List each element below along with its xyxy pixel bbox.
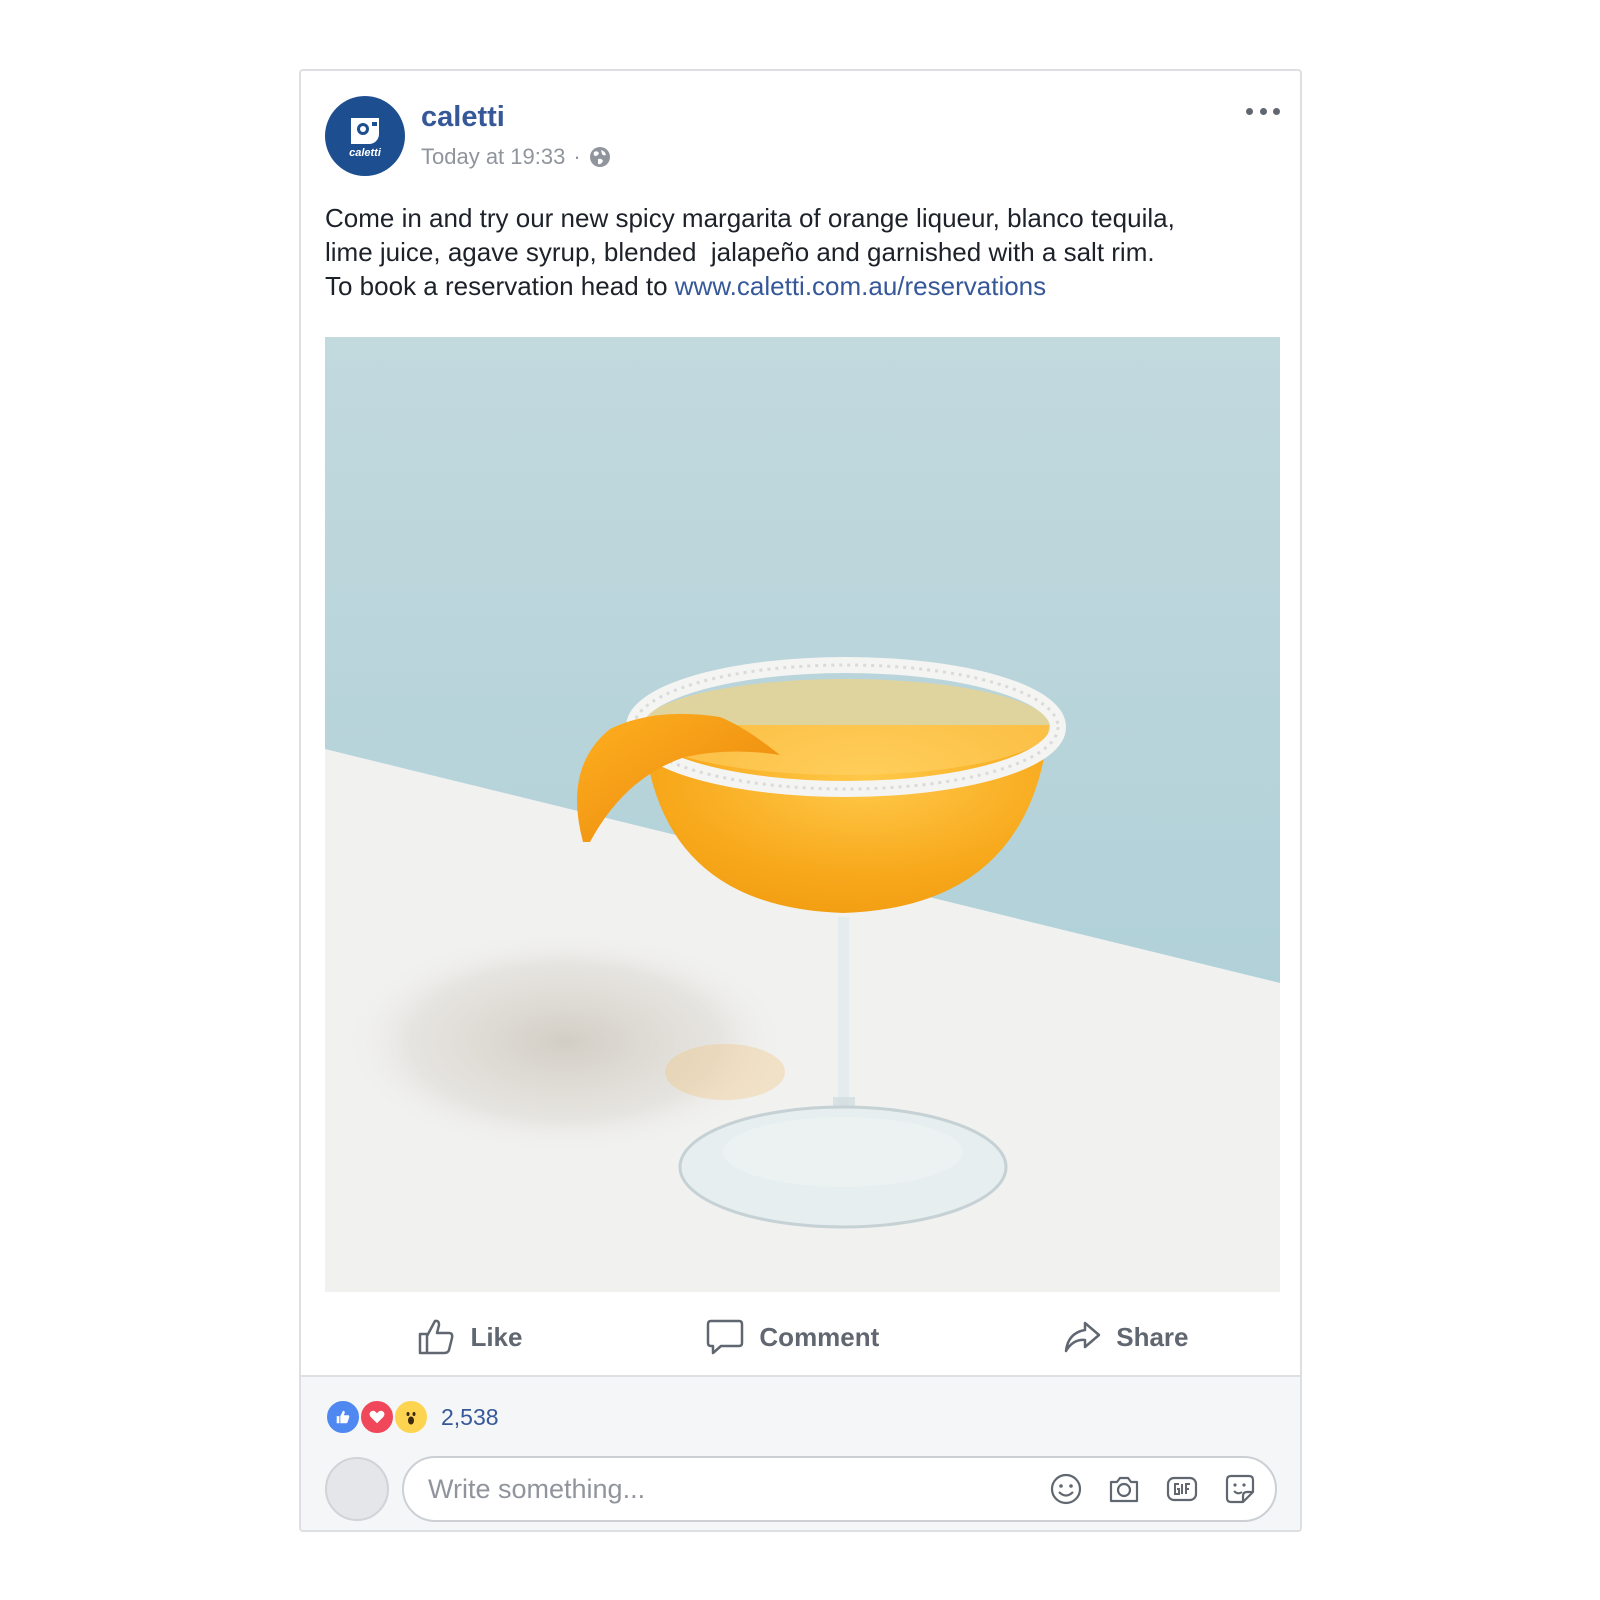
camera-icon[interactable] [1107,1472,1141,1506]
globe-icon[interactable] [589,146,611,168]
post-text-prefix: To book a reservation head to [325,271,675,301]
share-arrow-icon [1064,1321,1101,1353]
post-text-line: lime juice, agave syrup, blended jalapeñ… [325,237,1155,267]
share-button[interactable]: Share [1062,1317,1189,1357]
post-meta: Today at 19:33 · [421,144,611,170]
wow-reaction-icon [393,1399,429,1435]
like-reaction-icon [325,1399,361,1435]
more-dot [1273,107,1280,115]
more-dot [1246,107,1253,115]
sticker-icon[interactable] [1223,1472,1257,1506]
like-label: Like [470,1321,523,1352]
post-text-line: To book a reservation head to www.calett… [325,269,1280,303]
meta-separator: · [573,144,581,169]
more-options-button[interactable] [1246,99,1280,123]
post-text: Come in and try our new spicy margarita … [325,201,1280,303]
post-card: caletti caletti Today at 19:33 · Come in… [299,69,1302,1532]
more-dot [1259,107,1267,115]
thumbs-up-icon [419,1319,454,1355]
comment-composer[interactable] [402,1456,1277,1522]
post-footer: 2,538 [301,1375,1300,1530]
current-user-avatar [325,1457,389,1521]
share-label: Share [1116,1321,1189,1352]
comment-input[interactable] [426,1472,1030,1506]
page-name-link[interactable]: caletti [421,101,505,134]
caletti-logo-icon [351,117,379,144]
comment-label: Comment [759,1321,880,1352]
post-actions: Like Comment Share [325,1307,1280,1367]
emoji-icon[interactable] [1049,1472,1083,1506]
gif-icon[interactable] [1165,1472,1199,1506]
page-avatar[interactable]: caletti [325,96,405,176]
reaction-count[interactable]: 2,538 [441,1404,499,1431]
comment-bubble-icon [707,1319,744,1355]
love-reaction-icon [359,1399,395,1435]
avatar-brand-label: caletti [349,146,381,159]
reservations-link[interactable]: www.caletti.com.au/reservations [675,271,1046,301]
post-timestamp[interactable]: Today at 19:33 [421,144,565,170]
composer-tools [1049,1472,1257,1506]
post-text-line: Come in and try our new spicy margarita … [325,203,1175,233]
reactions-summary[interactable]: 2,538 [325,1399,499,1435]
like-button[interactable]: Like [416,1317,522,1357]
comment-button[interactable]: Comment [705,1317,879,1357]
post-photo[interactable] [325,337,1280,1292]
